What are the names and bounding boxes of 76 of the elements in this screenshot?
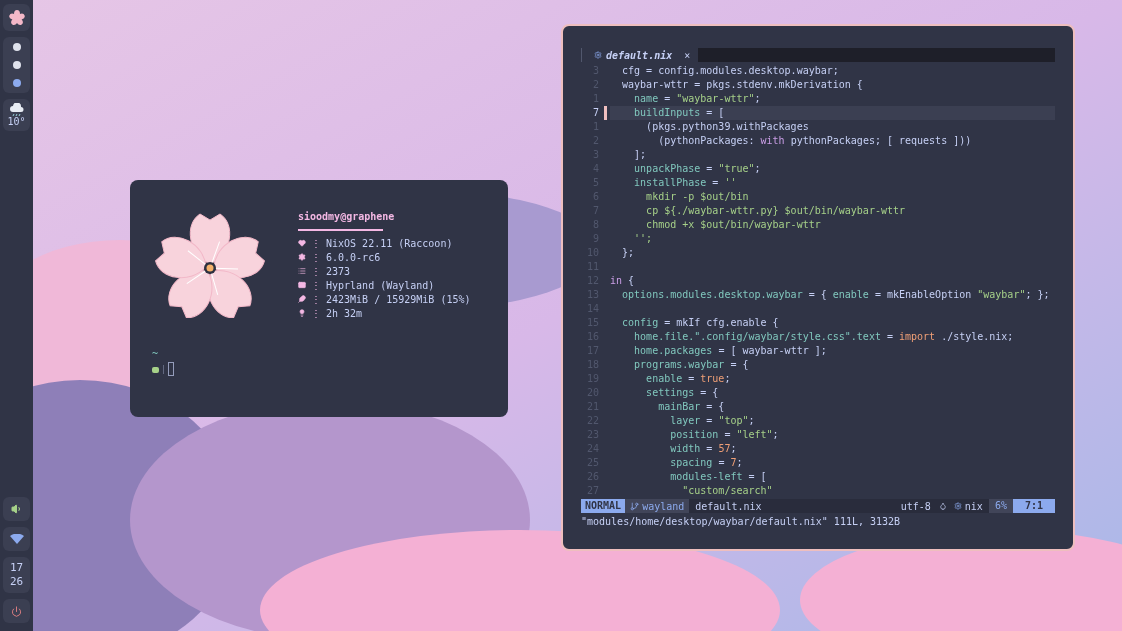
list-icon	[298, 267, 306, 275]
clock-hour: 17	[9, 561, 24, 575]
code-text: settings = {	[645, 386, 720, 400]
encoding-text: utf-8	[899, 499, 932, 514]
code-text: (pkgs.python39.withPackages	[645, 120, 810, 134]
code-text: options.modules.desktop.waybar = { enable = mkEnableOption "waybar"; };	[621, 288, 1051, 302]
info-value: 2423MiB / 15929MiB (15%)	[326, 292, 471, 307]
separator-text: ⋮	[311, 306, 321, 321]
temperature-text: 10°	[7, 117, 26, 127]
code-text: installPhase = ''	[633, 176, 738, 190]
heart-icon	[298, 239, 306, 247]
code-text: home.packages = [ waybar-wttr ];	[633, 344, 828, 358]
gear-icon	[298, 253, 306, 261]
filetype-text: nix	[964, 499, 984, 514]
code-text: mainBar = {	[657, 400, 726, 414]
volume-button[interactable]	[3, 497, 30, 521]
branch-icon	[630, 501, 640, 511]
code-text: "custom/search"	[681, 484, 774, 498]
separator-text: ⋮	[311, 250, 321, 265]
clock-minute: 26	[9, 575, 24, 589]
code-text: config = mkIf cfg.enable {	[621, 316, 780, 330]
code-text: waybar-wttr = pkgs.stdenv.mkDerivation {	[621, 78, 864, 92]
power-icon	[11, 605, 22, 617]
separator-text: ⋮	[311, 236, 321, 251]
info-value: 2h 32m	[326, 306, 363, 321]
windows-icon	[298, 281, 306, 289]
code-text: unpackPhase = "true";	[633, 162, 762, 176]
code-text: position = "left";	[669, 428, 780, 442]
code-text: name = "waybar-wttr";	[633, 92, 762, 106]
branch-name: wayland	[642, 499, 685, 514]
weather-widget[interactable]: 10°	[3, 99, 30, 131]
text-cursor	[168, 362, 174, 376]
cursor-position: 7:1	[1012, 499, 1055, 513]
info-value: 2373	[326, 264, 351, 279]
flower-launcher-button[interactable]	[3, 4, 30, 31]
power-button[interactable]	[3, 599, 30, 623]
code-text: mkdir -p $out/bin	[645, 190, 750, 204]
code-text: ];	[633, 148, 648, 162]
code-text: layer = "top";	[669, 414, 756, 428]
close-tab-button[interactable]: ×	[676, 47, 699, 63]
prompt-directory: ~	[152, 348, 160, 360]
code-text: spacing = 7;	[669, 456, 744, 470]
speaker-icon	[10, 503, 23, 515]
code-text: enable = true;	[645, 372, 732, 386]
info-value: 6.0.0-rc6	[326, 250, 381, 265]
lightbulb-icon	[298, 309, 306, 317]
code-text: home.file.".config/waybar/style.css".text = import ./style.nix;	[633, 330, 1015, 344]
code-text: modules-left = [	[669, 470, 768, 484]
code-text: in {	[610, 274, 636, 288]
file-name: default.nix	[694, 499, 763, 514]
feather-icon	[298, 295, 306, 303]
separator-text: ⋮	[311, 292, 321, 307]
tab-title: default.nix	[606, 48, 673, 63]
code-text: (pythonPackages: with pythonPackages; [ requests ]))	[657, 134, 973, 148]
info-value: NixOS 22.11 (Raccoon)	[326, 236, 453, 251]
code-text: };	[621, 246, 636, 260]
code-text: cp ${./waybar-wttr.py} $out/bin/waybar-wttr	[645, 204, 906, 218]
flower-icon	[8, 9, 25, 26]
rain-cloud-icon	[8, 103, 25, 117]
info-value: Hyprland (Wayland)	[326, 278, 435, 293]
wifi-icon	[9, 534, 24, 544]
code-text: width = 57;	[669, 442, 738, 456]
mode-indicator: NORMAL	[581, 499, 626, 513]
wifi-button[interactable]	[3, 527, 30, 551]
code-text: chmod +x $out/bin/waybar-wttr	[645, 218, 822, 232]
message-line: "modules/home/desktop/waybar/default.nix" 111L, 3132B	[581, 515, 902, 529]
code-text: programs.waybar = {	[633, 358, 750, 372]
separator-text: ⋮	[311, 278, 321, 293]
code-text: buildInputs = [	[610, 106, 1055, 120]
code-text: '';	[633, 232, 654, 246]
separator-text: ⋮	[311, 264, 321, 279]
user-host-text: sioodmy@graphene	[298, 210, 396, 224]
file-tab[interactable]: default.nix	[590, 48, 677, 62]
scroll-percent: 6%	[988, 499, 1013, 513]
code-text: cfg = config.modules.desktop.waybar;	[621, 64, 840, 78]
line-number: 7	[591, 106, 600, 120]
